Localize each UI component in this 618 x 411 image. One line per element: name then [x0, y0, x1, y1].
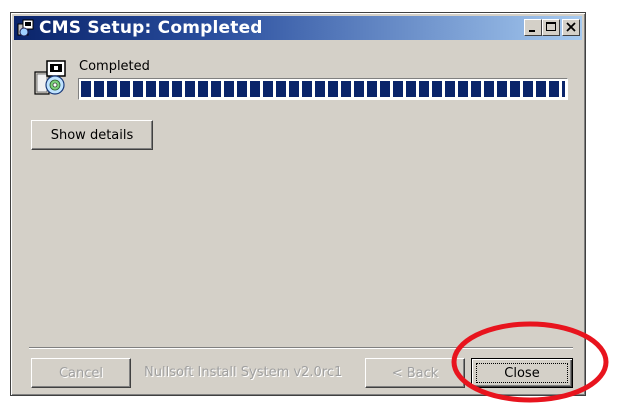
maximize-icon: [546, 22, 556, 31]
title-bar[interactable]: CMS Setup: Completed: [14, 16, 582, 40]
window-controls: [524, 19, 580, 36]
installer-app-icon: [17, 19, 35, 37]
status-label: Completed: [79, 59, 150, 74]
cancel-label: Cancel: [58, 365, 104, 381]
progress-fill: [81, 81, 565, 97]
focus-rectangle: [476, 363, 568, 383]
cancel-button[interactable]: Cancel: [31, 358, 131, 388]
progress-bar: [78, 78, 568, 100]
maximize-button[interactable]: [542, 19, 560, 36]
back-button[interactable]: < Back: [365, 358, 465, 388]
close-button[interactable]: Close: [471, 358, 573, 388]
setup-package-icon: [33, 58, 73, 98]
minimize-icon: [529, 30, 535, 32]
setup-dialog: CMS Setup: Completed Completed Show deta…: [10, 12, 586, 396]
close-icon: [566, 22, 576, 32]
window-title: CMS Setup: Completed: [39, 18, 263, 38]
back-label: < Back: [391, 365, 439, 381]
show-details-button[interactable]: Show details: [31, 120, 153, 150]
show-details-label: Show details: [50, 127, 134, 143]
divider: [29, 347, 573, 349]
close-window-button[interactable]: [562, 19, 580, 36]
branding-text: Nullsoft Install System v2.0rc1: [144, 365, 343, 380]
minimize-button[interactable]: [524, 19, 542, 36]
